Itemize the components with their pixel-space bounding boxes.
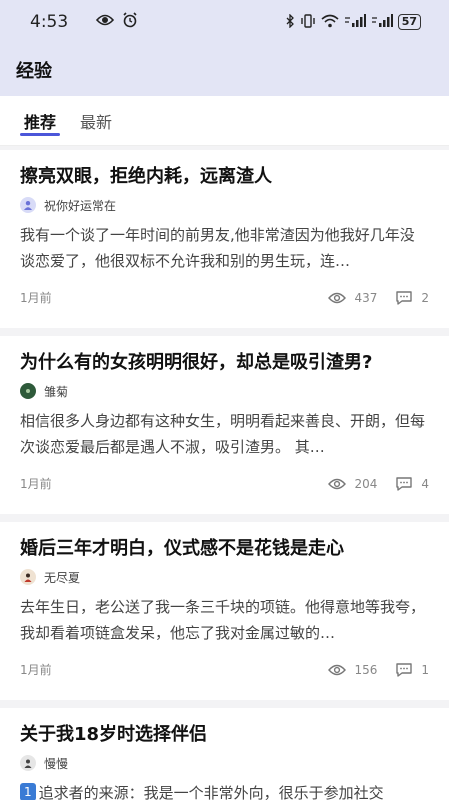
view-count-value: 437 <box>354 290 378 305</box>
post-excerpt: 1 追求者的来源：我是一个非常外向，很乐于参加社交 <box>20 780 429 800</box>
post-time: 1月前 <box>20 663 52 677</box>
alarm-icon <box>122 11 138 33</box>
post-card[interactable]: 擦亮双眼，拒绝内耗，远离渣人 祝你好运常在 我有一个谈了一年时间的前男友,他非常… <box>0 150 449 328</box>
comment-icon <box>395 290 413 306</box>
post-card[interactable]: 关于我18岁时选择伴侣 慢慢 1 追求者的来源：我是一个非常外向，很乐于参加社交 <box>0 708 449 800</box>
post-meta: 1月前 156 1 <box>20 661 429 678</box>
view-count-value: 204 <box>354 476 378 491</box>
app-bar: 经验 <box>0 44 449 96</box>
comment-count[interactable]: 1 <box>395 662 429 678</box>
status-time: 4:53 <box>30 12 69 32</box>
page-title: 经验 <box>16 61 52 82</box>
eye-icon <box>328 664 347 676</box>
view-count-value: 156 <box>354 662 378 677</box>
vibrate-icon <box>300 13 316 31</box>
post-meta: 1月前 204 4 <box>20 475 429 492</box>
post-stats: 204 4 <box>328 476 429 492</box>
post-author: 祝你好运常在 <box>20 194 429 216</box>
post-time: 1月前 <box>20 291 52 305</box>
tab-latest[interactable]: 最新 <box>80 96 112 146</box>
author-name[interactable]: 慢慢 <box>44 755 68 772</box>
post-excerpt-text: 追求者的来源：我是一个非常外向，很乐于参加社交 <box>38 784 384 800</box>
post-card[interactable]: 婚后三年才明白，仪式感不是花钱是走心 无尽夏 去年生日，老公送了我一条三千块的项… <box>0 522 449 700</box>
comment-icon <box>395 476 413 492</box>
post-excerpt: 我有一个谈了一年时间的前男友,他非常渣因为他我好几年没谈恋爱了，他很双标不允许我… <box>20 226 415 270</box>
post-meta: 1月前 437 2 <box>20 289 429 306</box>
post-title[interactable]: 关于我18岁时选择伴侣 <box>20 722 429 748</box>
post-card[interactable]: 为什么有的女孩明明很好，却总是吸引渣男? 雏菊 相信很多人身边都有这种女生，明明… <box>0 336 449 514</box>
post-author: 无尽夏 <box>20 566 429 588</box>
tab-recommended[interactable]: 推荐 <box>19 96 61 146</box>
author-name[interactable]: 雏菊 <box>44 383 68 400</box>
post-excerpt: 相信很多人身边都有这种女生，明明看起来善良、开朗，但每次谈恋爱最后都是遇人不淑，… <box>20 412 426 456</box>
signal-icon <box>344 13 366 31</box>
author-name[interactable]: 祝你好运常在 <box>44 197 116 214</box>
avatar[interactable] <box>20 383 36 399</box>
author-name[interactable]: 无尽夏 <box>44 569 80 586</box>
comment-count-value: 1 <box>421 662 429 677</box>
post-title[interactable]: 擦亮双眼，拒绝内耗，远离渣人 <box>20 164 429 190</box>
comment-count-value: 4 <box>421 476 429 491</box>
eye-icon <box>328 292 347 304</box>
battery-indicator: 57 <box>397 14 421 30</box>
comment-count[interactable]: 4 <box>395 476 429 492</box>
eye-icon <box>96 12 115 33</box>
post-stats: 156 1 <box>328 662 429 678</box>
post-excerpt: 去年生日，老公送了我一条三千块的项链。他得意地等我夸，我却看着项链盒发呆，他忘了… <box>20 598 426 642</box>
status-right: 57 <box>285 12 421 31</box>
tab-bar: 推荐 最新 <box>0 96 449 146</box>
number-badge: 1 <box>20 783 36 800</box>
post-author: 慢慢 <box>20 752 429 774</box>
bluetooth-icon <box>285 12 295 31</box>
post-stats: 437 2 <box>328 290 429 306</box>
comment-count-value: 2 <box>421 290 429 305</box>
view-count: 437 <box>328 291 377 305</box>
post-time: 1月前 <box>20 477 52 491</box>
wifi-icon <box>321 14 339 31</box>
status-bar: 4:53 57 <box>0 0 449 44</box>
avatar[interactable] <box>20 197 36 213</box>
post-feed: 擦亮双眼，拒绝内耗，远离渣人 祝你好运常在 我有一个谈了一年时间的前男友,他非常… <box>0 146 449 800</box>
post-title[interactable]: 婚后三年才明白，仪式感不是花钱是走心 <box>20 536 429 562</box>
comment-icon <box>395 662 413 678</box>
view-count: 204 <box>328 477 377 491</box>
avatar[interactable] <box>20 569 36 585</box>
comment-count[interactable]: 2 <box>395 290 429 306</box>
post-title[interactable]: 为什么有的女孩明明很好，却总是吸引渣男? <box>20 350 429 376</box>
status-left: 4:53 <box>30 11 138 33</box>
signal-icon <box>371 13 393 31</box>
post-author: 雏菊 <box>20 380 429 402</box>
eye-icon <box>328 478 347 490</box>
avatar[interactable] <box>20 755 36 771</box>
view-count: 156 <box>328 663 377 677</box>
